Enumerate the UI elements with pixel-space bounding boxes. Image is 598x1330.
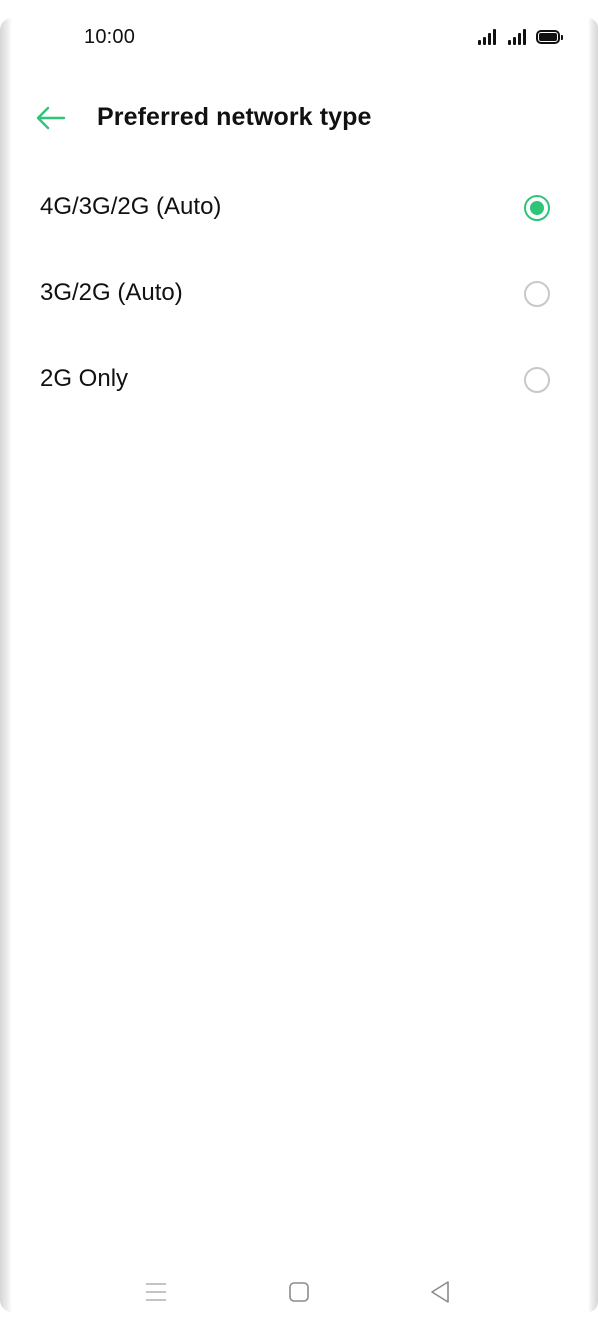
radio-button-selected[interactable] <box>524 195 550 221</box>
option-3g-2g-auto[interactable]: 3G/2G (Auto) <box>12 252 588 338</box>
network-type-options: 4G/3G/2G (Auto) 3G/2G (Auto) 2G Only <box>12 166 588 424</box>
signal-icon <box>478 29 496 45</box>
status-bar: 10:00 <box>12 0 588 76</box>
home-square-icon <box>289 1282 309 1302</box>
bezel-right <box>588 18 598 1312</box>
page-title: Preferred network type <box>97 103 372 131</box>
battery-icon <box>536 30 563 44</box>
nav-home-button[interactable] <box>281 1274 317 1310</box>
option-4g-3g-2g-auto[interactable]: 4G/3G/2G (Auto) <box>12 166 588 252</box>
radio-button[interactable] <box>524 281 550 307</box>
nav-back-button[interactable] <box>422 1274 458 1310</box>
option-2g-only[interactable]: 2G Only <box>12 338 588 424</box>
option-label: 3G/2G (Auto) <box>40 279 183 306</box>
navigation-bar <box>12 1266 588 1318</box>
arrow-left-icon <box>36 106 66 130</box>
status-time: 10:00 <box>84 26 136 48</box>
back-button[interactable] <box>30 100 70 136</box>
option-label: 2G Only <box>40 365 129 392</box>
radio-button[interactable] <box>524 367 550 393</box>
nav-menu-button[interactable] <box>138 1274 174 1310</box>
signal-icon <box>508 29 526 45</box>
menu-icon <box>146 1283 166 1301</box>
phone-frame: 10:00 Preferred network type 4G/3G/2G (A… <box>0 0 598 1330</box>
status-icons <box>478 27 563 45</box>
header: Preferred network type <box>12 88 588 148</box>
bezel-left <box>0 18 12 1312</box>
screen: 10:00 Preferred network type 4G/3G/2G (A… <box>12 0 588 1330</box>
back-triangle-icon <box>431 1281 449 1303</box>
option-label: 4G/3G/2G (Auto) <box>40 193 222 220</box>
